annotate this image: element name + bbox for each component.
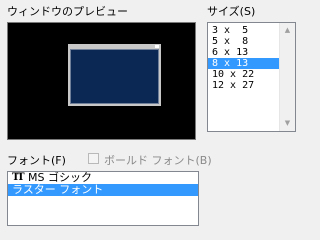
font-item-selected[interactable]: ラスター フォント: [8, 184, 198, 196]
size-scrollbar[interactable]: ▲ ▼: [279, 23, 295, 131]
scroll-up-arrow-icon[interactable]: ▲: [280, 23, 295, 38]
size-listbox[interactable]: 3 x 5 5 x 8 6 x 13 8 x 13 10 x 22 12 x 2…: [207, 22, 296, 132]
preview-console-screen: [70, 49, 159, 104]
preview-close-icon: [155, 45, 159, 48]
bold-font-checkbox[interactable]: [88, 153, 99, 164]
font-item-label: ラスター フォント: [12, 183, 104, 196]
window-preview: [7, 22, 196, 140]
preview-label: ウィンドウのプレビュー: [7, 5, 128, 18]
scroll-down-arrow-icon[interactable]: ▼: [280, 116, 295, 131]
preview-console-window: [68, 44, 161, 106]
size-item[interactable]: 6 x 13: [208, 47, 280, 58]
size-item[interactable]: 5 x 8: [208, 36, 280, 47]
size-item[interactable]: 10 x 22: [208, 69, 280, 80]
size-item[interactable]: 3 x 5: [208, 25, 280, 36]
font-label: フォント(F): [7, 154, 66, 167]
size-label: サイズ(S): [207, 5, 256, 18]
size-item-selected[interactable]: 8 x 13: [208, 58, 280, 69]
bold-font-label[interactable]: ボールド フォント(B): [104, 154, 212, 167]
font-listbox[interactable]: TT MS ゴシック ラスター フォント: [7, 171, 199, 226]
size-item[interactable]: 12 x 27: [208, 80, 280, 91]
size-items: 3 x 5 5 x 8 6 x 13 8 x 13 10 x 22 12 x 2…: [208, 25, 280, 91]
